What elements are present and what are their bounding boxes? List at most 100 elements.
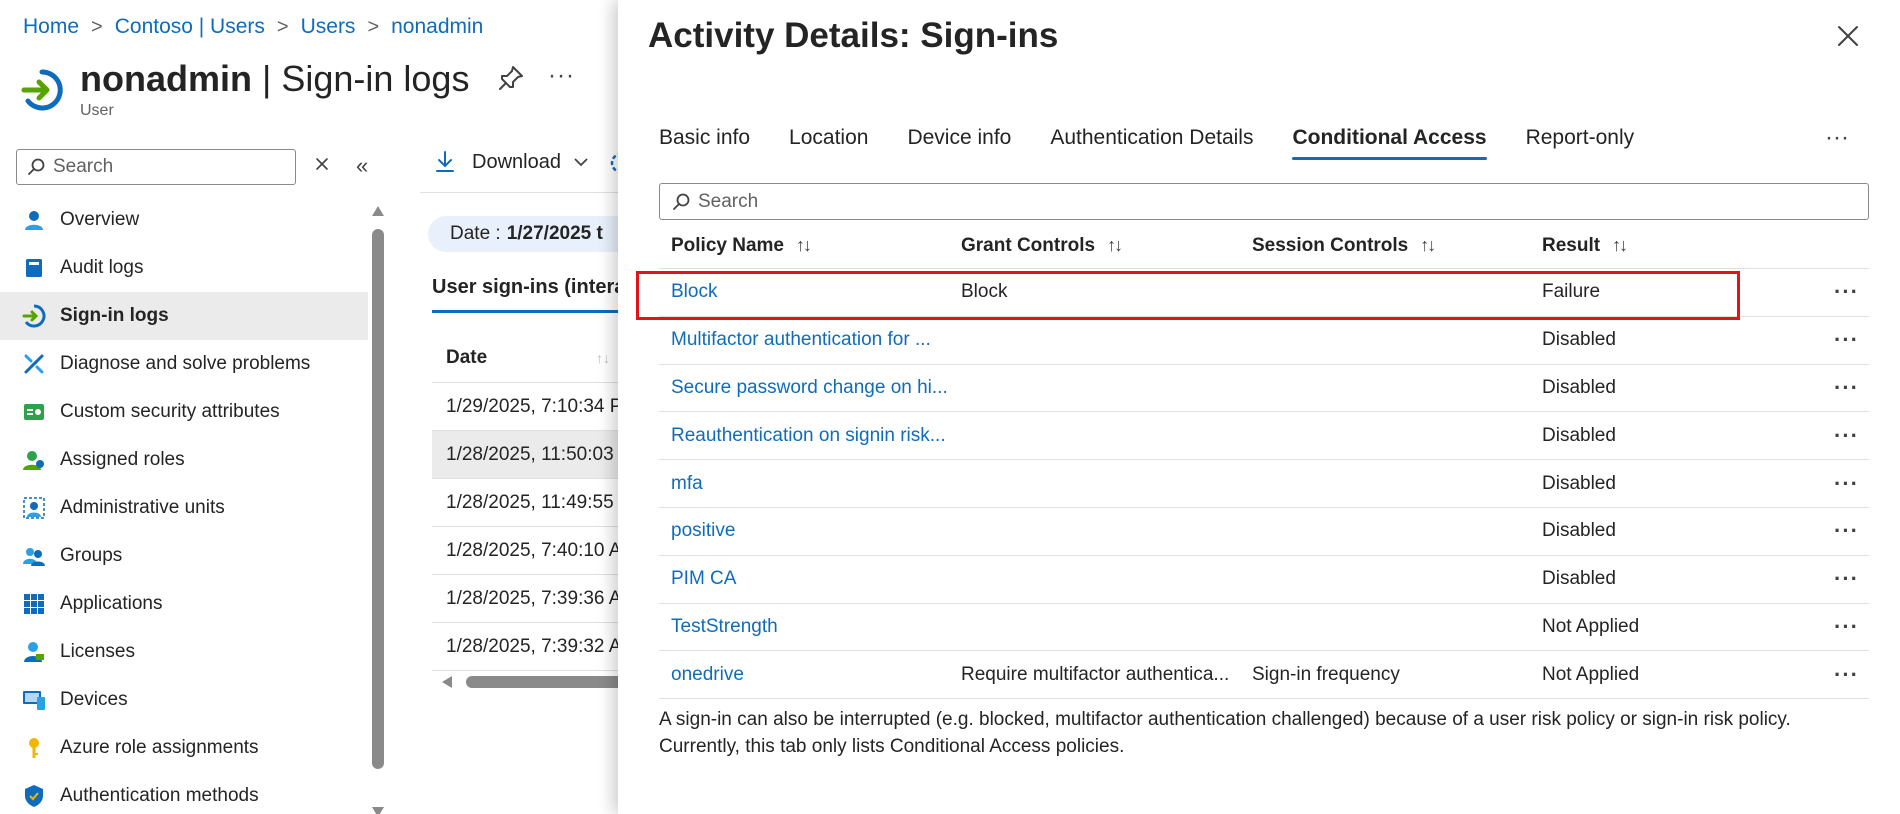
download-button[interactable]: Download (434, 150, 589, 174)
license-icon (22, 640, 46, 664)
groups-icon (22, 544, 46, 568)
tab-basic-info[interactable]: Basic info (659, 126, 750, 160)
more-options-icon[interactable]: ··· (548, 62, 575, 90)
row-more-icon[interactable]: ··· (1810, 566, 1869, 592)
sign-in-icon (22, 304, 46, 328)
sidebar-search[interactable] (16, 149, 296, 185)
sidebar-item-custom-security-attributes[interactable]: Custom security attributes (0, 388, 368, 436)
breadcrumb-users[interactable]: Users (301, 15, 356, 39)
session-controls-cell: Sign-in frequency (1252, 663, 1400, 685)
row-more-icon[interactable]: ··· (1810, 279, 1869, 305)
pin-icon[interactable] (497, 64, 525, 92)
user-icon (22, 208, 46, 232)
sidebar-item-administrative-units[interactable]: Administrative units (0, 484, 368, 532)
sidebar-item-azure-role-assignments[interactable]: Azure role assignments (0, 724, 368, 772)
policy-search-input[interactable] (698, 190, 1798, 213)
sidebar-item-licenses[interactable]: Licenses (0, 628, 368, 676)
key-icon (22, 736, 46, 760)
column-header-grant-controls[interactable]: Grant Controls ↑↓ (949, 235, 1240, 257)
date-filter-pill[interactable]: Date : 1/27/2025 t (428, 216, 648, 252)
table-row[interactable]: 1/29/2025, 7:10:34 P (432, 383, 622, 431)
table-row[interactable]: 1/28/2025, 11:49:55 (432, 479, 622, 527)
sidebar-search-input[interactable] (53, 156, 273, 178)
sidebar-scrollbar[interactable] (372, 203, 384, 814)
scroll-left-icon[interactable] (442, 676, 452, 688)
policy-link[interactable]: Secure password change on hi... (671, 377, 948, 398)
column-header-policy-name[interactable]: Policy Name ↑↓ (659, 235, 949, 257)
sidebar-item-authentication-methods[interactable]: Authentication methods (0, 772, 368, 814)
table-row[interactable]: 1/28/2025, 7:40:10 A (432, 527, 622, 575)
tab-device-info[interactable]: Device info (907, 126, 1011, 160)
sidebar-item-audit-logs[interactable]: Audit logs (0, 244, 368, 292)
date-filter-value: 1/27/2025 t (506, 223, 603, 244)
breadcrumb-separator: > (367, 15, 380, 38)
row-more-icon[interactable]: ··· (1810, 423, 1869, 449)
table-row[interactable]: positive Disabled ··· (659, 508, 1869, 556)
sidebar-item-sign-in-logs[interactable]: Sign-in logs (0, 292, 368, 340)
table-row[interactable]: Block Block Failure ··· (659, 269, 1869, 317)
table-row[interactable]: PIM CA Disabled ··· (659, 556, 1869, 604)
scrollbar-thumb[interactable] (466, 676, 626, 688)
result-cell: Disabled (1542, 424, 1616, 446)
row-more-icon[interactable]: ··· (1810, 471, 1869, 497)
table-row[interactable]: TestStrength Not Applied ··· (659, 604, 1869, 652)
scrollbar-thumb[interactable] (372, 229, 384, 769)
policy-link[interactable]: Reauthentication on signin risk... (671, 425, 946, 446)
table-row[interactable]: Secure password change on hi... Disabled… (659, 365, 1869, 413)
policy-link[interactable]: PIM CA (671, 568, 736, 589)
breadcrumb-contoso-users[interactable]: Contoso | Users (115, 15, 265, 39)
sidebar-item-groups[interactable]: Groups (0, 532, 368, 580)
policy-link[interactable]: onedrive (671, 664, 744, 685)
breadcrumb-home[interactable]: Home (23, 15, 79, 39)
sidebar-item-applications[interactable]: Applications (0, 580, 368, 628)
more-tabs-icon[interactable]: ··· (1825, 124, 1849, 152)
row-more-icon[interactable]: ··· (1810, 614, 1869, 640)
sidebar-item-label: Devices (60, 689, 128, 710)
download-icon (436, 151, 454, 172)
table-row[interactable]: 1/28/2025, 7:39:32 A (432, 623, 622, 671)
result-cell: Disabled (1542, 520, 1616, 542)
sidebar-item-assigned-roles[interactable]: Assigned roles (0, 436, 368, 484)
policy-search[interactable] (659, 183, 1869, 220)
sort-icon: ↑↓ (1107, 234, 1123, 255)
breadcrumb-nonadmin[interactable]: nonadmin (391, 15, 483, 39)
column-header-session-controls[interactable]: Session Controls ↑↓ (1240, 235, 1530, 257)
table-row[interactable]: 1/28/2025, 7:39:36 A (432, 575, 622, 623)
sidebar-item-overview[interactable]: Overview (0, 196, 368, 244)
table-horizontal-scrollbar[interactable] (432, 672, 626, 692)
tab-report-only[interactable]: Report-only (1526, 126, 1635, 160)
download-label: Download (472, 150, 561, 173)
collapse-sidebar-icon[interactable]: « (356, 153, 368, 179)
policy-link[interactable]: Block (671, 281, 717, 302)
clear-filter-icon[interactable] (312, 154, 332, 174)
sidebar-item-devices[interactable]: Devices (0, 676, 368, 724)
tab-user-sign-ins[interactable]: User sign-ins (intera (432, 276, 622, 299)
table-row[interactable]: onedrive Require multifactor authentica.… (659, 651, 1869, 700)
sidebar-item-diagnose[interactable]: Diagnose and solve problems (0, 340, 368, 388)
breadcrumb-separator: > (276, 15, 289, 38)
table-row[interactable]: Reauthentication on signin risk... Disab… (659, 412, 1869, 461)
policy-link[interactable]: TestStrength (671, 616, 778, 637)
column-header-date[interactable]: Date ↑↓ (432, 333, 622, 383)
tab-conditional-access[interactable]: Conditional Access (1292, 126, 1487, 160)
chevron-down-icon (574, 158, 588, 167)
scroll-down-icon[interactable] (372, 807, 384, 814)
table-row[interactable]: mfa Disabled ··· (659, 460, 1869, 508)
row-more-icon[interactable]: ··· (1810, 662, 1869, 688)
table-row-selected[interactable]: 1/28/2025, 11:50:03 (432, 431, 622, 479)
row-more-icon[interactable]: ··· (1810, 375, 1869, 401)
policy-link[interactable]: mfa (671, 473, 703, 494)
tab-location[interactable]: Location (789, 126, 868, 160)
table-row[interactable]: Multifactor authentication for ... Disab… (659, 317, 1869, 365)
close-icon[interactable] (1836, 24, 1860, 48)
toolbar-divider (420, 192, 620, 193)
search-icon (673, 193, 690, 210)
tab-authentication-details[interactable]: Authentication Details (1050, 126, 1253, 160)
conditional-access-footnote: A sign-in can also be interrupted (e.g. … (659, 709, 1791, 757)
scroll-up-icon[interactable] (372, 206, 384, 216)
column-header-result[interactable]: Result ↑↓ (1530, 235, 1810, 257)
row-more-icon[interactable]: ··· (1810, 327, 1869, 353)
policy-link[interactable]: positive (671, 520, 735, 541)
policy-link[interactable]: Multifactor authentication for ... (671, 329, 931, 350)
row-more-icon[interactable]: ··· (1810, 518, 1869, 544)
